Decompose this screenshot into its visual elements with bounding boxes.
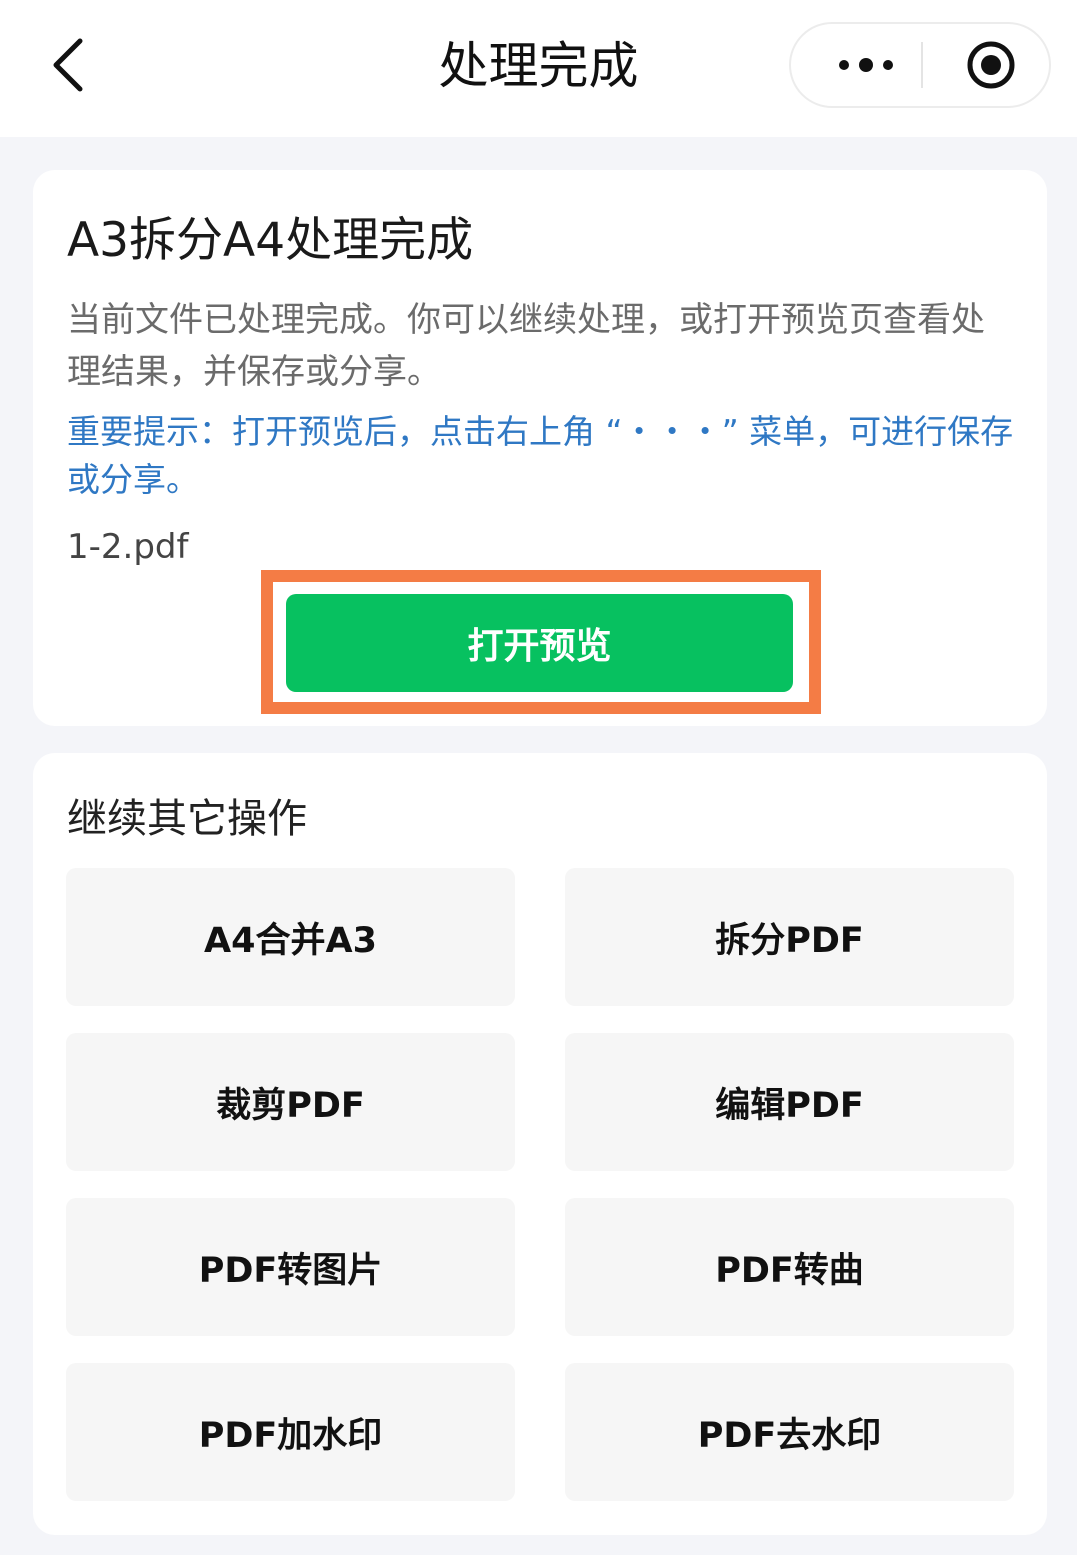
op-edit-pdf-button[interactable]: 编辑PDF	[565, 1033, 1014, 1171]
op-a4-merge-a3-button[interactable]: A4合并A3	[66, 868, 515, 1006]
op-split-pdf-button[interactable]: 拆分PDF	[565, 868, 1014, 1006]
result-description: 当前文件已处理完成。你可以继续处理，或打开预览页查看处理结果，并保存或分享。	[67, 300, 985, 392]
result-title: A3拆分A4处理完成	[67, 213, 474, 268]
record-circle-icon	[967, 41, 1015, 89]
other-operations-card: 继续其它操作 A4合并A3 拆分PDF 裁剪PDF 编辑PDF PDF转图片 P…	[33, 753, 1047, 1535]
mini-program-capsule	[789, 22, 1051, 108]
capsule-divider	[921, 42, 923, 88]
op-pdf-to-image-button[interactable]: PDF转图片	[66, 1198, 515, 1336]
op-crop-pdf-button[interactable]: 裁剪PDF	[66, 1033, 515, 1171]
close-button[interactable]	[941, 24, 1041, 106]
op-pdf-outline-button[interactable]: PDF转曲	[565, 1198, 1014, 1336]
op-add-watermark-button[interactable]: PDF加水印	[66, 1363, 515, 1501]
op-remove-watermark-button[interactable]: PDF去水印	[565, 1363, 1014, 1501]
more-dots-icon	[839, 58, 893, 72]
navigation-bar: 处理完成	[0, 0, 1077, 137]
important-tip: 重要提示：打开预览后，点击右上角 “・・・” 菜单，可进行保存或分享。	[67, 412, 1014, 499]
section-title: 继续其它操作	[67, 796, 307, 842]
file-name: 1-2.pdf	[67, 527, 189, 567]
result-card: A3拆分A4处理完成 当前文件已处理完成。你可以继续处理，或打开预览页查看处理结…	[33, 170, 1047, 726]
more-button[interactable]	[811, 24, 921, 106]
open-preview-button[interactable]: 打开预览	[286, 594, 793, 692]
